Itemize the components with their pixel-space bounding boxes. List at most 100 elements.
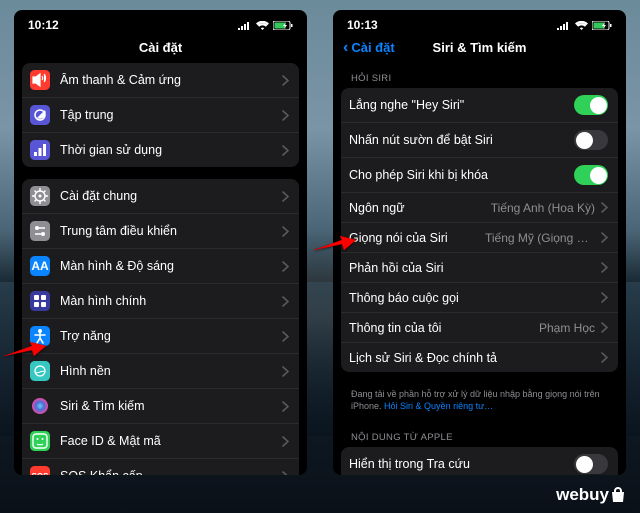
row-label: Lịch sử Siri & Đọc chính tả [349, 351, 595, 365]
settings-row-focus[interactable]: Tập trung [22, 97, 299, 132]
chevron-right-icon [282, 471, 289, 476]
faceid-icon [30, 431, 50, 451]
phone-left: 10:12 Cài đặt Âm thanh & Cảm ứng Tập trun… [14, 10, 307, 475]
toggle-switch[interactable] [574, 165, 608, 185]
row-label: Âm thanh & Cảm ứng [60, 73, 276, 87]
siri-icon [30, 396, 50, 416]
settings-row-control[interactable]: Trung tâm điều khiển [22, 213, 299, 248]
row-value: Phạm Học [539, 321, 595, 335]
access-icon [30, 326, 50, 346]
home-icon [30, 291, 50, 311]
chevron-right-icon [601, 322, 608, 333]
settings-row-screentime[interactable]: Thời gian sử dụng [22, 132, 299, 167]
chevron-right-icon [282, 191, 289, 202]
screentime-icon [30, 140, 50, 160]
chevron-right-icon [601, 292, 608, 303]
row-label: Trợ năng [60, 329, 276, 343]
nav-header: Cài đặt [14, 34, 307, 63]
siri-group-1: Lắng nghe "Hey Siri" Nhấn nút sườn để bật… [341, 88, 618, 372]
back-button[interactable]: ‹ Cài đặt [343, 40, 395, 55]
row-label: Thông tin của tôi [349, 321, 533, 335]
footnote-siri: Đang tải về phần hỗ trợ xử lý dữ liệu nh… [341, 384, 618, 422]
siri-row[interactable]: Hiển thị trong Tra cứu [341, 447, 618, 475]
focus-icon [30, 105, 50, 125]
section-header-apple-content: Nội dung từ Apple [341, 422, 618, 447]
general-icon [30, 186, 50, 206]
row-label: Thông báo cuộc gọi [349, 291, 595, 305]
row-label: Thời gian sử dụng [60, 143, 276, 157]
row-label: Face ID & Mật mã [60, 434, 276, 448]
row-label: Cho phép Siri khi bị khóa [349, 168, 574, 182]
row-value: Tiếng Mỹ (Giọng nó… [485, 231, 595, 245]
chevron-right-icon [282, 436, 289, 447]
siri-row[interactable]: Lịch sử Siri & Đọc chính tả [341, 342, 618, 372]
row-label: Hình nền [60, 364, 276, 378]
sound-icon [30, 70, 50, 90]
chevron-right-icon [282, 226, 289, 237]
page-title: Siri & Tìm kiếm [433, 40, 527, 55]
chevron-right-icon [601, 202, 608, 213]
siri-privacy-link[interactable]: Hỏi Siri & Quyền riêng tư… [384, 401, 493, 411]
row-label: Phản hồi của Siri [349, 261, 595, 275]
siri-row[interactable]: Nhấn nút sườn để bật Siri [341, 122, 618, 157]
page-title: Cài đặt [139, 40, 182, 55]
chevron-right-icon [601, 232, 608, 243]
wallpaper-icon [30, 361, 50, 381]
row-label: Hiển thị trong Tra cứu [349, 457, 574, 471]
row-label: Giọng nói của Siri [349, 231, 479, 245]
chevron-right-icon [282, 145, 289, 156]
row-label: Màn hình chính [60, 294, 276, 308]
siri-row[interactable]: Thông tin của tôi Phạm Học [341, 312, 618, 342]
status-bar: 10:12 [14, 10, 307, 34]
toggle-switch[interactable] [574, 130, 608, 150]
settings-row-display[interactable]: AA Màn hình & Độ sáng [22, 248, 299, 283]
chevron-right-icon [282, 261, 289, 272]
chevron-right-icon [601, 262, 608, 273]
chevron-right-icon [601, 352, 608, 363]
row-value: Tiếng Anh (Hoa Kỳ) [491, 201, 595, 215]
toggle-switch[interactable] [574, 95, 608, 115]
siri-row[interactable]: Giọng nói của Siri Tiếng Mỹ (Giọng nó… [341, 222, 618, 252]
status-time: 10:12 [28, 18, 59, 32]
chevron-right-icon [282, 110, 289, 121]
settings-group-2: Cài đặt chung Trung tâm điều khiển AA Màn h… [22, 179, 299, 475]
nav-header: ‹ Cài đặt Siri & Tìm kiếm [333, 34, 626, 63]
settings-row-wallpaper[interactable]: Hình nền [22, 353, 299, 388]
toggle-switch[interactable] [574, 454, 608, 474]
phone-right: 10:13 ‹ Cài đặt Siri & Tìm kiếm Hỏi Siri… [333, 10, 626, 475]
status-bar: 10:13 [333, 10, 626, 34]
settings-row-siri[interactable]: Siri & Tìm kiếm [22, 388, 299, 423]
settings-row-sos[interactable]: SOSSOS Khẩn cấp [22, 458, 299, 475]
row-label: SOS Khẩn cấp [60, 469, 276, 475]
settings-row-faceid[interactable]: Face ID & Mật mã [22, 423, 299, 458]
status-icons [238, 21, 293, 30]
bag-icon [610, 487, 626, 503]
chevron-left-icon: ‹ [343, 41, 348, 54]
settings-row-access[interactable]: Trợ năng [22, 318, 299, 353]
siri-row[interactable]: Cho phép Siri khi bị khóa [341, 157, 618, 192]
siri-row[interactable]: Phản hồi của Siri [341, 252, 618, 282]
row-label: Ngôn ngữ [349, 201, 485, 215]
status-icons [557, 21, 612, 30]
settings-row-sound[interactable]: Âm thanh & Cảm ứng [22, 63, 299, 97]
section-header-ask-siri: Hỏi Siri [341, 63, 618, 88]
row-label: Màn hình & Độ sáng [60, 259, 276, 273]
display-icon: AA [30, 256, 50, 276]
row-label: Cài đặt chung [60, 189, 276, 203]
row-label: Siri & Tìm kiếm [60, 399, 276, 413]
siri-row[interactable]: Lắng nghe "Hey Siri" [341, 88, 618, 122]
settings-row-home[interactable]: Màn hình chính [22, 283, 299, 318]
chevron-right-icon [282, 296, 289, 307]
status-time: 10:13 [347, 18, 378, 32]
control-icon [30, 221, 50, 241]
chevron-right-icon [282, 75, 289, 86]
chevron-right-icon [282, 401, 289, 412]
siri-row[interactable]: Ngôn ngữ Tiếng Anh (Hoa Kỳ) [341, 192, 618, 222]
svg-text:AA: AA [31, 259, 49, 273]
chevron-right-icon [282, 366, 289, 377]
back-label: Cài đặt [351, 40, 394, 55]
siri-row[interactable]: Thông báo cuộc gọi [341, 282, 618, 312]
row-label: Trung tâm điều khiển [60, 224, 276, 238]
settings-row-general[interactable]: Cài đặt chung [22, 179, 299, 213]
row-label: Lắng nghe "Hey Siri" [349, 98, 574, 112]
